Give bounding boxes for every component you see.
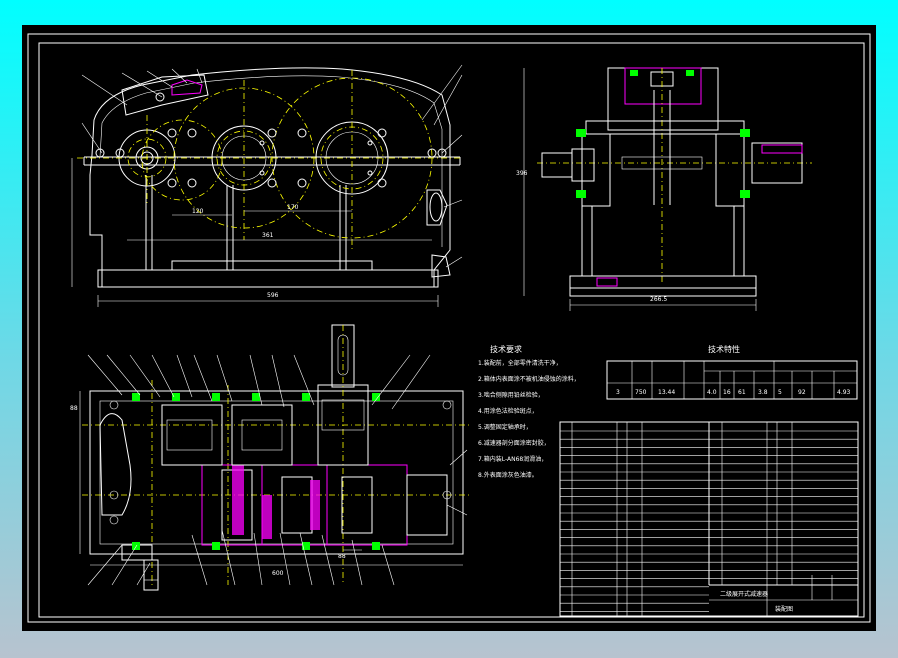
spec-cell-i1: 3.8 — [758, 389, 768, 396]
assembly-drawing: 596 120 170 361 266.5 396 88 600 88 技术要求… — [27, 33, 871, 623]
spec-cell-i2: 4.93 — [837, 389, 851, 396]
front-dim-width: 596 — [267, 292, 279, 299]
note-line-5: 5.调整固定轴承时， — [478, 423, 532, 431]
top-dim-height: 88 — [70, 405, 78, 412]
note-line-1: 1.装配前，全部零件清洗干净， — [478, 359, 562, 367]
note-line-4: 4.用涂色法检验斑点， — [478, 407, 538, 415]
note-line-7: 7.箱内装L-AN68润滑油， — [478, 455, 547, 463]
side-dim-height: 396 — [516, 170, 528, 177]
spec-table: 技术特性 3 750 13.44 4.0 16 61 3.8 5 92 4.93 — [606, 344, 858, 400]
front-view — [71, 64, 463, 307]
side-dim-width: 266.5 — [650, 296, 667, 303]
spec-cell-power: 3 — [616, 389, 620, 396]
top-view — [79, 324, 472, 591]
spec-cell-z1: 16 — [723, 389, 731, 396]
side-view — [523, 67, 812, 311]
front-dim-height: 361 — [262, 232, 274, 239]
note-line-6: 6.减速器剖分面涂密封胶， — [478, 439, 550, 447]
parts-list: 二级展开式减速器 装配图 — [559, 421, 859, 617]
notes-heading: 技术要求 — [490, 344, 522, 354]
spec-cell-module1: 4.0 — [707, 389, 717, 396]
top-dim-shaft: 88 — [338, 553, 346, 560]
front-dim-center2: 170 — [287, 204, 299, 211]
note-line-2: 2.箱体内表面涂不被机油侵蚀的涂料， — [478, 375, 580, 383]
note-line-3: 3.啮合侧隙用铅丝检验， — [478, 391, 544, 399]
title-block-name: 二级展开式减速器 — [720, 590, 768, 598]
spec-heading: 技术特性 — [708, 344, 740, 354]
front-dim-center1: 120 — [192, 208, 204, 215]
spec-cell-ratio: 13.44 — [658, 389, 675, 396]
spec-cell-z2: 61 — [738, 389, 746, 396]
note-line-8: 8.外表面涂灰色油漆。 — [478, 471, 538, 479]
spec-cell-z3: 92 — [798, 389, 806, 396]
spec-cell-module2: 5 — [778, 389, 782, 396]
cad-viewport[interactable]: 596 120 170 361 266.5 396 88 600 88 技术要求… — [22, 25, 876, 631]
technical-notes: 技术要求 1.装配前，全部零件清洗干净， 2.箱体内表面涂不被机油侵蚀的涂料， … — [478, 344, 580, 479]
title-block-label: 装配图 — [775, 605, 793, 613]
spec-cell-speed: 750 — [635, 389, 647, 396]
top-dim-width: 600 — [272, 570, 284, 577]
